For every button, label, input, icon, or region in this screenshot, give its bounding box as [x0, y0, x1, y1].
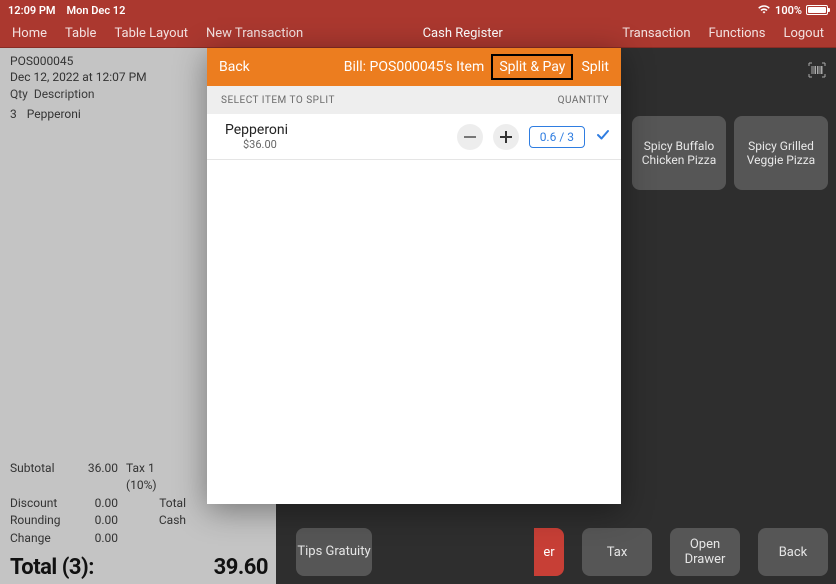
menu-home[interactable]: Home: [12, 26, 47, 41]
change-label: Change: [10, 530, 70, 547]
menu-functions[interactable]: Functions: [709, 26, 766, 41]
rounding-value: 0.00: [78, 512, 118, 529]
status-time-date: 12:09 PM Mon Dec 12: [8, 4, 125, 17]
battery-icon: [806, 5, 828, 15]
receipt-total-row: Total (3): 39.60: [10, 555, 268, 580]
plus-button[interactable]: [493, 124, 519, 150]
col-desc: Description: [34, 87, 95, 101]
menu-new-transaction[interactable]: New Transaction: [206, 26, 303, 41]
barcode-icon[interactable]: [808, 62, 826, 82]
modal-body: Pepperoni $36.00 0.6 / 3: [207, 114, 621, 504]
split-item-row[interactable]: Pepperoni $36.00 0.6 / 3: [207, 114, 621, 160]
open-drawer-button[interactable]: Open Drawer: [670, 528, 740, 576]
discount-label: Discount: [10, 495, 70, 512]
modal-header: Back Bill: POS000045's Item Split & Pay …: [207, 48, 621, 86]
line-desc: Pepperoni: [27, 107, 81, 121]
tips-gratuity-button[interactable]: Tips Gratuity: [296, 528, 372, 576]
discount-value: 0.00: [78, 495, 118, 512]
menu-table-layout[interactable]: Table Layout: [114, 26, 188, 41]
status-bar: 12:09 PM Mon Dec 12 100%: [0, 0, 836, 20]
change-value: 0.00: [78, 530, 118, 547]
product-tile-spicy-veggie[interactable]: Spicy Grilled Veggie Pizza: [734, 116, 828, 190]
status-right: 100%: [757, 4, 828, 17]
select-item-label: SELECT ITEM TO SPLIT: [221, 95, 335, 106]
line-qty: 3: [10, 107, 17, 121]
battery-percent: 100%: [775, 4, 802, 17]
subtotal-value: 36.00: [78, 460, 118, 495]
rounding-label: Rounding: [10, 512, 70, 529]
menu-transaction[interactable]: Transaction: [622, 26, 690, 41]
tax-label: Tax 1 (10%): [126, 460, 186, 495]
status-time: 12:09 PM: [8, 4, 56, 17]
wifi-icon: [757, 4, 771, 17]
minus-button[interactable]: [457, 124, 483, 150]
total-label: Total (3):: [10, 555, 94, 580]
total-taxed-label: Total: [126, 495, 186, 512]
total-value: 39.60: [214, 555, 268, 580]
status-date: Mon Dec 12: [67, 4, 126, 17]
qty-controls: 0.6 / 3: [457, 124, 611, 150]
plus-icon: [500, 131, 512, 143]
minus-icon: [464, 136, 476, 138]
product-tile-spicy-buffalo[interactable]: Spicy Buffalo Chicken Pizza: [632, 116, 726, 190]
modal-back-button[interactable]: Back: [219, 59, 250, 75]
quantity-label: QUANTITY: [558, 95, 609, 106]
split-item-price: $36.00: [243, 138, 457, 151]
split-and-pay-button[interactable]: Split & Pay: [491, 54, 573, 80]
menu-title: Cash Register: [303, 26, 622, 41]
subtotal-label: Subtotal: [10, 460, 70, 495]
modal-subheader: SELECT ITEM TO SPLIT QUANTITY: [207, 86, 621, 114]
menu-logout[interactable]: Logout: [783, 26, 824, 41]
menu-table[interactable]: Table: [65, 26, 96, 41]
split-item-name: Pepperoni: [225, 122, 457, 138]
tax-button[interactable]: Tax: [582, 528, 652, 576]
bottom-back-button[interactable]: Back: [758, 528, 828, 576]
partial-red-button[interactable]: er: [534, 528, 564, 576]
top-menu: Home Table Table Layout New Transaction …: [0, 20, 836, 48]
quantity-box[interactable]: 0.6 / 3: [529, 126, 585, 148]
split-button[interactable]: Split: [581, 59, 609, 75]
col-qty: Qty: [10, 87, 28, 101]
check-icon[interactable]: [595, 127, 611, 147]
cash-label: Cash: [126, 512, 186, 529]
receipt-datetime: Dec 12, 2022 at 12:07 PM: [10, 70, 147, 86]
split-modal: Back Bill: POS000045's Item Split & Pay …: [207, 48, 621, 504]
receipt-id: POS000045: [10, 54, 73, 70]
